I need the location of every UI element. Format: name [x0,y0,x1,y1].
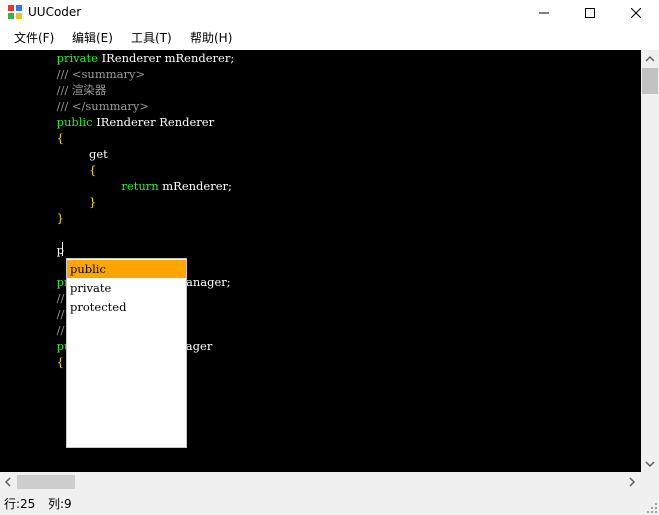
autocomplete-item-private[interactable]: private [67,279,186,297]
code-token: private [56,51,102,65]
code-token: IRenderer Renderer [96,115,215,129]
menu-help[interactable]: 帮助(H) [190,31,232,45]
window-title: UUCoder [28,5,82,19]
close-icon [631,7,641,18]
minimize-icon [539,12,549,13]
code-line: private IRenderer mRenderer; [57,50,235,66]
code-line: { [89,162,96,178]
maximize-icon [585,7,595,18]
code-line: { [57,130,64,146]
menu-tools[interactable]: 工具(T) [131,31,172,45]
maximize-button[interactable] [567,0,613,25]
vertical-scrollbar[interactable] [641,50,659,472]
code-token: // [56,291,65,305]
code-line: /// <summary> [57,66,146,82]
close-button[interactable] [613,0,659,25]
code-token: public [56,115,97,129]
autocomplete-item-public[interactable]: public [67,260,186,278]
code-token: /// 渲染器 [56,83,107,97]
code-line: // [57,306,65,322]
horizontal-scrollbar[interactable] [0,472,641,492]
code-line: // [57,290,65,306]
code-token: } [56,211,64,225]
code-token: get [89,147,108,161]
code-line: } [57,210,64,226]
status-bar: 行:25 列:9 [0,492,659,515]
scroll-left-icon[interactable] [4,477,12,487]
code-token: p [56,243,64,257]
resize-grip-icon[interactable] [647,503,657,513]
code-token: /// </summary> [56,99,149,113]
code-line: get [89,146,108,162]
minimize-button[interactable] [521,0,567,25]
scroll-up-icon[interactable] [645,55,655,63]
status-column: 列:9 [48,497,72,511]
code-token: mRenderer; [162,179,232,193]
code-token: // [56,323,65,337]
code-line: } [89,194,96,210]
autocomplete-popup: public private protected [66,258,187,448]
code-line: public IRenderer Renderer [57,114,214,130]
code-token: { [56,355,64,369]
autocomplete-item-protected[interactable]: protected [67,298,186,316]
code-token: IRenderer mRenderer; [101,51,235,65]
app-icon [8,5,22,19]
scroll-down-icon[interactable] [645,460,655,468]
menu-edit[interactable]: 编辑(E) [72,31,113,45]
code-line: return mRenderer; [121,178,232,194]
vertical-scroll-thumb[interactable] [642,68,658,94]
code-token: return [121,179,163,193]
code-token: { [89,163,97,177]
status-line: 行:25 [4,497,36,511]
title-bar: UUCoder [0,0,659,25]
code-token: // [56,307,65,321]
scroll-right-icon[interactable] [628,477,636,487]
code-line: /// </summary> [57,98,149,114]
menu-file[interactable]: 文件(F) [14,31,54,45]
code-token: } [89,195,97,209]
horizontal-scroll-thumb[interactable] [17,475,75,489]
code-line: p [57,242,64,258]
code-line: // [57,322,65,338]
code-token: /// <summary> [56,67,146,81]
scrollbar-corner [641,472,659,492]
code-line: /// 渲染器 [57,82,107,98]
code-line: { [57,354,64,370]
code-token: { [56,131,64,145]
menu-bar: 文件(F) 编辑(E) 工具(T) 帮助(H) [0,25,659,50]
